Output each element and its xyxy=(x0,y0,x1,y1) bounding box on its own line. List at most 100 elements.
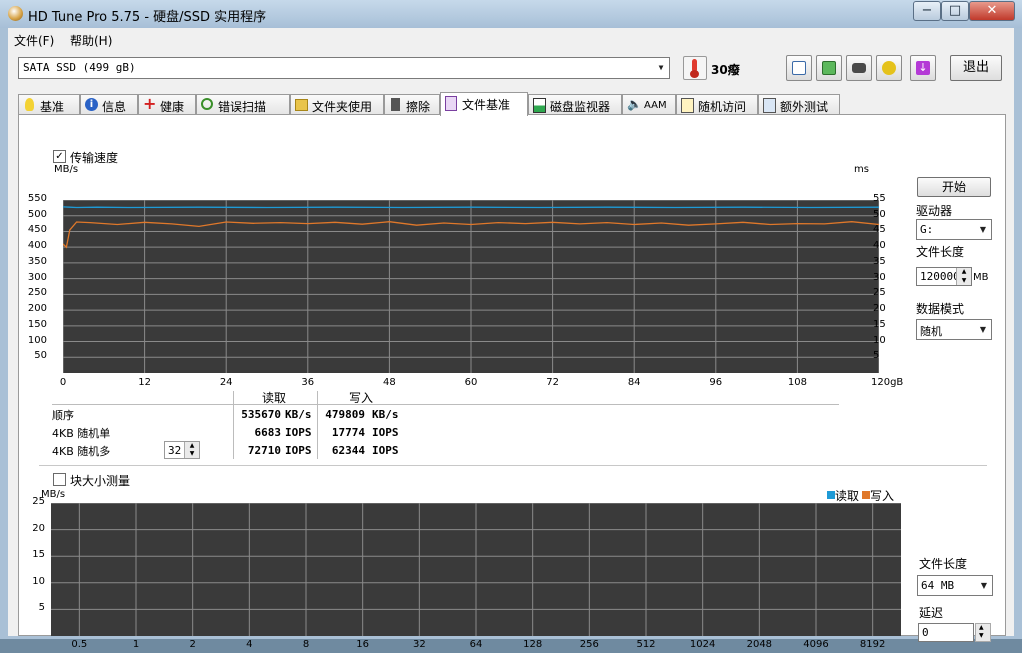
x-tick-label: 1024 xyxy=(689,639,716,650)
maximize-button[interactable]: □ xyxy=(941,1,969,21)
y-tick-label: 550 xyxy=(27,193,47,204)
screenshot-button[interactable] xyxy=(846,55,872,81)
y2-tick-label: 30 xyxy=(873,271,886,283)
y2-tick-label: 10 xyxy=(873,334,886,346)
result-label-sequential: 顺序 xyxy=(52,409,74,422)
block-chart-x-axis: 0.5 1 2 4 8 16 32 64 128 256 512 1024 2048 4096 8192 xyxy=(39,639,919,653)
y-tick-label: 500 xyxy=(27,208,47,220)
y-tick-label: 50 xyxy=(34,350,47,362)
tab-erase[interactable]: 擦除 xyxy=(384,94,440,115)
y-tick-label: 20 xyxy=(32,522,45,534)
data-mode-label: 数据模式 xyxy=(916,302,965,316)
tab-file-benchmark[interactable]: 文件基准 xyxy=(440,92,528,116)
chart-unit-left: MB/s xyxy=(54,164,79,175)
copy-text-button[interactable] xyxy=(786,55,812,81)
file-length-2-combo[interactable]: 64 MB ▼ xyxy=(917,575,993,596)
bulb-icon xyxy=(25,98,34,111)
tab-benchmark[interactable]: 基准 xyxy=(18,94,80,115)
y2-tick-label: 55 xyxy=(873,193,886,204)
menu-help[interactable]: 帮助(H) xyxy=(70,32,112,49)
y2-tick-label: 50 xyxy=(873,208,886,220)
x-tick-label: 512 xyxy=(636,639,656,650)
file-length-input[interactable]: 120000 ▲ ▼ xyxy=(916,267,972,286)
tab-folder-usage[interactable]: 文件夹使用 xyxy=(290,94,384,115)
delay-input[interactable]: 0 xyxy=(918,623,974,642)
options-button[interactable] xyxy=(876,55,902,81)
result-4kb-single-write: 17774 xyxy=(331,426,365,439)
x-tick-label: 0.5 xyxy=(71,639,88,650)
y2-tick-label: 5 xyxy=(873,350,880,362)
legend-write-swatch xyxy=(862,491,870,499)
result-4kb-multi-write: 62344 xyxy=(331,444,365,457)
y-tick-label: 15 xyxy=(32,549,45,561)
block-size-chart xyxy=(51,503,901,636)
file-benchmark-icon xyxy=(445,96,457,111)
tab-error-scan[interactable]: 错误扫描 xyxy=(196,94,290,115)
queue-depth-spinner[interactable]: 32 ▲ ▼ xyxy=(164,441,200,459)
chevron-down-icon: ▼ xyxy=(658,63,664,72)
health-cross-icon: + xyxy=(143,94,157,113)
y2-tick-label: 40 xyxy=(873,240,886,252)
drive-combo[interactable]: G: ▼ xyxy=(916,219,992,240)
result-seq-read-unit: KB/s xyxy=(285,408,312,421)
close-button[interactable]: ✕ xyxy=(969,1,1015,21)
title-bar[interactable]: HD Tune Pro 5.75 - 硬盘/SSD 实用程序 − □ ✕ xyxy=(0,0,1022,28)
x-tick-label: 84 xyxy=(627,377,641,388)
x-tick-label: 32 xyxy=(412,639,426,650)
start-button[interactable]: 开始 xyxy=(917,177,991,197)
x-tick-label: 48 xyxy=(383,377,396,388)
y-tick-label: 150 xyxy=(27,318,47,330)
tab-random-access[interactable]: 随机访问 xyxy=(676,94,758,115)
folder-icon xyxy=(295,99,308,111)
tab-info[interactable]: i 信息 xyxy=(80,94,138,115)
download-button[interactable]: ↓ xyxy=(910,55,936,81)
result-4kb-multi-read: 72710 xyxy=(247,444,281,457)
results-header-write: 写入 xyxy=(349,391,374,405)
spin-down-icon[interactable]: ▼ xyxy=(979,632,984,639)
file-length-label: 文件长度 xyxy=(916,245,965,259)
spin-up-icon[interactable]: ▲ xyxy=(184,442,199,450)
spin-up-icon[interactable]: ▲ xyxy=(979,624,984,631)
series-read-line xyxy=(63,206,879,209)
menu-file[interactable]: 文件(F) xyxy=(14,32,54,49)
tab-health[interactable]: + 健康 xyxy=(138,94,196,115)
data-mode-combo[interactable]: 随机 ▼ xyxy=(916,319,992,340)
application-window: HD Tune Pro 5.75 - 硬盘/SSD 实用程序 − □ ✕ 文件(… xyxy=(0,0,1022,650)
x-tick-label: 12 xyxy=(138,377,151,388)
x-tick-label: 72 xyxy=(546,377,559,388)
chart-y-axis-right: 55 50 45 40 35 30 25 20 15 10 5 xyxy=(871,193,897,375)
extra-tests-icon xyxy=(763,98,776,113)
exit-button[interactable]: 退出 xyxy=(950,55,1002,81)
tab-aam[interactable]: 🔈 AAM xyxy=(622,94,676,115)
legend-read-swatch xyxy=(827,491,835,499)
spin-up-icon[interactable]: ▲ xyxy=(956,268,971,277)
magnifier-icon xyxy=(201,98,213,110)
y-tick-label: 300 xyxy=(27,271,47,283)
drive-select[interactable]: SATA SSD (499 gB) ▼ xyxy=(18,57,670,79)
x-tick-label: 60 xyxy=(464,377,478,388)
y-tick-label: 250 xyxy=(27,287,47,299)
x-tick-label: 36 xyxy=(301,377,315,388)
x-tick-label: 2048 xyxy=(746,639,773,650)
window-title: HD Tune Pro 5.75 - 硬盘/SSD 实用程序 xyxy=(28,10,267,25)
spin-down-icon[interactable]: ▼ xyxy=(956,276,971,285)
menu-bar: 文件(F) 帮助(H) xyxy=(8,28,1014,50)
block-size-checkbox[interactable] xyxy=(53,473,66,486)
delay-spinner[interactable]: ▲ ▼ xyxy=(975,623,991,642)
chevron-down-icon: ▼ xyxy=(980,581,988,590)
transfer-speed-checkbox[interactable]: ✓ xyxy=(53,150,66,163)
x-tick-label: 0 xyxy=(59,377,67,388)
spin-down-icon[interactable]: ▼ xyxy=(184,450,199,458)
block-size-label: 块大小测量 xyxy=(70,474,131,488)
monitor-chart-icon xyxy=(533,98,546,113)
y-tick-label: 350 xyxy=(27,255,47,267)
tab-extra-tests[interactable]: 额外测试 xyxy=(758,94,840,115)
x-tick-label: 256 xyxy=(579,639,599,650)
chart-x-axis: 0 12 24 36 48 60 72 84 96 108 120gB xyxy=(49,377,903,391)
tab-disk-monitor[interactable]: 磁盘监视器 xyxy=(528,94,622,115)
minimize-button[interactable]: − xyxy=(913,1,941,21)
copy-info-button[interactable] xyxy=(816,55,842,81)
x-tick-label: 1 xyxy=(132,639,140,650)
y-tick-label: 25 xyxy=(32,496,45,507)
x-tick-label: 8192 xyxy=(859,639,886,650)
